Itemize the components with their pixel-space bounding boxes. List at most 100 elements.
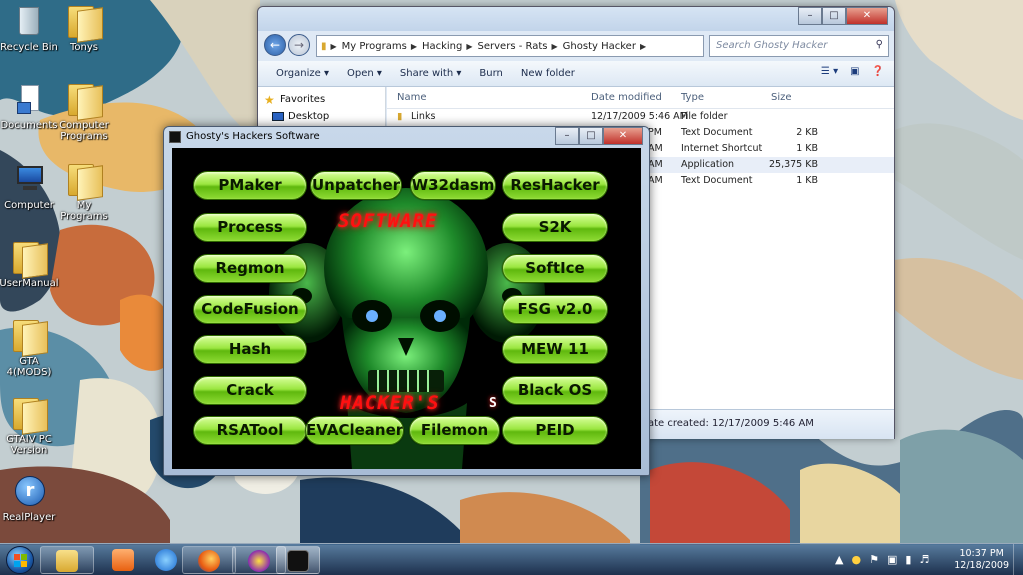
folder-icon: ▮ xyxy=(397,111,403,122)
breadcrumb-my-programs[interactable]: My Programs xyxy=(342,41,407,52)
ghosty-window-controls: – □ ✕ xyxy=(555,127,643,145)
s-badge: S xyxy=(489,396,498,411)
rsatool-button[interactable]: RSATool xyxy=(193,416,307,445)
breadcrumb-servers-rats[interactable]: Servers - Rats xyxy=(478,41,548,52)
folder-icon xyxy=(11,396,47,432)
clock-date: 12/18/2009 xyxy=(954,560,1009,571)
crack-button[interactable]: Crack xyxy=(193,376,307,405)
date-created-text: ate created: 12/17/2009 5:46 AM xyxy=(648,418,814,429)
folder-icon: ▮ xyxy=(321,40,327,52)
close-icon[interactable]: ✕ xyxy=(846,7,888,25)
softice-button[interactable]: SoftIce xyxy=(502,254,608,283)
back-arrow-icon[interactable]: ← xyxy=(264,34,286,56)
minimize-icon[interactable]: – xyxy=(555,127,579,145)
ghosty-window[interactable]: Ghosty's Hackers Software – □ ✕ SOFTWARE… xyxy=(163,126,650,476)
media-player-icon xyxy=(112,549,134,571)
fsg-button[interactable]: FSG v2.0 xyxy=(502,295,608,324)
pmaker-button[interactable]: PMaker xyxy=(193,171,307,200)
taskbar-ghosty-hacker[interactable] xyxy=(276,546,320,574)
peid-button[interactable]: PEID xyxy=(502,416,608,445)
search-placeholder: Search Ghosty Hacker xyxy=(716,40,828,51)
file-type: File folder xyxy=(681,111,728,122)
nav-desktop[interactable]: Desktop xyxy=(258,108,385,125)
start-button[interactable] xyxy=(6,546,34,574)
forward-arrow-icon[interactable]: → xyxy=(288,34,310,56)
address-row: ← → ▮ ▶ My Programs ▶ Hacking ▶ Servers … xyxy=(258,31,894,61)
computer-icon xyxy=(11,162,47,198)
open-button[interactable]: Open ▾ xyxy=(347,68,382,79)
desktop-icon-gtaiv-pc-version[interactable]: GTAIV PC Version xyxy=(0,396,61,456)
explorer-titlebar[interactable]: – □ ✕ xyxy=(258,7,894,31)
hash-button[interactable]: Hash xyxy=(193,335,307,364)
codefusion-button[interactable]: CodeFusion xyxy=(193,295,307,324)
file-list-header: Name Date modified Type Size xyxy=(387,87,894,109)
w32dasm-button[interactable]: W32dasm xyxy=(410,171,496,200)
search-input[interactable]: Search Ghosty Hacker ⚲ xyxy=(709,35,889,57)
explorer-toolbar: Organize ▾ Open ▾ Share with ▾ Burn New … xyxy=(258,61,894,87)
column-size[interactable]: Size xyxy=(771,92,792,103)
burn-button[interactable]: Burn xyxy=(479,68,502,79)
chevron-right-icon: ▶ xyxy=(466,41,473,51)
folder-icon xyxy=(66,4,102,40)
system-tray: ▲ ● ⚑ ▣ ▮ ♬ 10:37 PM 12/18/2009 xyxy=(833,544,1023,575)
folder-icon xyxy=(11,318,47,354)
security-icon[interactable]: ● xyxy=(851,553,861,566)
firefox-icon xyxy=(198,550,220,572)
reshacker-button[interactable]: ResHacker xyxy=(502,171,608,200)
taskbar-explorer[interactable] xyxy=(40,546,94,574)
breadcrumb-hacking[interactable]: Hacking xyxy=(422,41,462,52)
mew-button[interactable]: MEW 11 xyxy=(502,335,608,364)
file-size: 25,375 KB xyxy=(768,159,818,170)
recycle-bin-icon xyxy=(11,4,47,40)
file-row[interactable]: ▮ Links 12/17/2009 5:46 AM File folder xyxy=(387,109,894,125)
flag-icon[interactable]: ⚑ xyxy=(869,553,879,566)
folder-icon xyxy=(11,240,47,276)
desktop-icon-gta4-mods[interactable]: GTA 4(MODS) xyxy=(0,318,61,378)
search-icon[interactable]: ⚲ xyxy=(876,39,883,50)
folder-icon xyxy=(66,82,102,118)
black-os-button[interactable]: Black OS xyxy=(502,376,608,405)
maximize-icon[interactable]: □ xyxy=(579,127,603,145)
s2k-button[interactable]: S2K xyxy=(502,213,608,242)
desktop-icon-usermanual[interactable]: UserManual xyxy=(0,240,61,289)
file-size: 1 KB xyxy=(796,175,818,186)
preview-pane-icon[interactable]: ▣ xyxy=(850,66,859,77)
filemon-button[interactable]: Filemon xyxy=(409,416,500,445)
desktop-icon-realplayer[interactable]: r RealPlayer xyxy=(0,474,61,523)
organize-button[interactable]: Organize ▾ xyxy=(276,68,329,79)
share-with-button[interactable]: Share with ▾ xyxy=(400,68,461,79)
unpatcher-button[interactable]: Unpatcher xyxy=(310,171,402,200)
realplayer-icon: r xyxy=(11,474,47,510)
internet-explorer-icon xyxy=(155,549,177,571)
desktop-icon-label: My Programs xyxy=(60,200,108,222)
breadcrumb-ghosty-hacker[interactable]: Ghosty Hacker xyxy=(563,41,636,52)
help-icon[interactable]: ❓ xyxy=(872,66,884,77)
new-folder-button[interactable]: New folder xyxy=(521,68,575,79)
show-hidden-icons-icon[interactable]: ▲ xyxy=(835,553,843,566)
skull-app-icon xyxy=(169,131,181,143)
desktop-icon-my-programs[interactable]: My Programs xyxy=(52,162,116,222)
network-icon[interactable]: ▮ xyxy=(905,553,911,566)
column-date-modified[interactable]: Date modified xyxy=(591,92,662,103)
minimize-icon[interactable]: – xyxy=(798,7,822,25)
regmon-button[interactable]: Regmon xyxy=(193,254,307,283)
evacleaner-button[interactable]: EVACleaner xyxy=(305,416,404,445)
show-desktop-button[interactable] xyxy=(1013,544,1023,575)
ghosty-titlebar[interactable]: Ghosty's Hackers Software – □ ✕ xyxy=(164,127,649,148)
volume-icon[interactable]: ♬ xyxy=(919,553,929,566)
view-options-icon[interactable]: ☰ ▾ xyxy=(821,66,838,77)
desktop-icon-computer-programs[interactable]: Computer Programs xyxy=(52,82,116,142)
desktop-icon-tonys[interactable]: Tonys xyxy=(52,4,116,53)
process-button[interactable]: Process xyxy=(193,213,307,242)
nav-favorites-label: Favorites xyxy=(280,94,326,105)
device-icon[interactable]: ▣ xyxy=(887,553,897,566)
close-icon[interactable]: ✕ xyxy=(603,127,643,145)
column-type[interactable]: Type xyxy=(681,92,704,103)
taskbar-firefox[interactable] xyxy=(182,546,236,574)
column-name[interactable]: Name xyxy=(397,92,427,103)
nav-favorites[interactable]: ★ Favorites xyxy=(258,91,385,108)
maximize-icon[interactable]: □ xyxy=(822,7,846,25)
file-date: AM xyxy=(648,175,663,186)
address-bar[interactable]: ▮ ▶ My Programs ▶ Hacking ▶ Servers - Ra… xyxy=(316,35,704,57)
clock[interactable]: 10:37 PM 12/18/2009 xyxy=(954,548,1009,572)
